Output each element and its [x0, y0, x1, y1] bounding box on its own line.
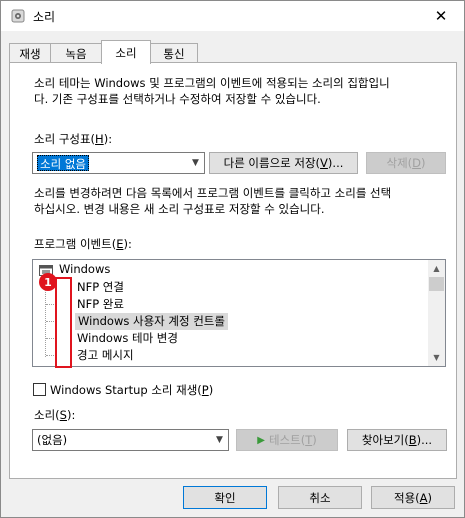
- list-item[interactable]: NFP 완료: [77, 296, 124, 313]
- sound-dialog: 소리 ✕ 재생 녹음 소리 통신 소리 테마는 Windows 및 프로그램의 …: [0, 0, 465, 518]
- speaker-icon: [11, 9, 25, 23]
- save-as-button[interactable]: 다른 이름으로 저장(V)...: [209, 152, 358, 174]
- tab-playback[interactable]: 재생: [9, 43, 51, 63]
- delete-button[interactable]: 삭제(D): [366, 152, 446, 174]
- ok-button[interactable]: 확인: [183, 486, 267, 509]
- cancel-button[interactable]: 취소: [278, 486, 362, 509]
- browse-button[interactable]: 찾아보기(B)...: [347, 429, 447, 451]
- annotation-highlight-box: [55, 277, 72, 368]
- list-scrollbar[interactable]: ▲ ▼: [428, 260, 445, 366]
- scroll-thumb[interactable]: [429, 277, 444, 291]
- sounds-tab-panel: 소리 테마는 Windows 및 프로그램의 이벤트에 적용되는 소리의 집합입…: [9, 62, 457, 479]
- tree-root-label: Windows: [59, 262, 111, 276]
- close-button[interactable]: ✕: [418, 1, 464, 31]
- instruction-line: 소리를 변경하려면 다음 목록에서 프로그램 이벤트를 클릭하고 소리를 선택: [34, 186, 392, 200]
- startup-sound-label[interactable]: Windows Startup 소리 재생(P): [50, 382, 213, 398]
- tab-label: 녹음: [65, 46, 87, 61]
- list-item[interactable]: NFP 연결: [77, 279, 124, 296]
- description-line: 다. 기존 구성표를 선택하거나 수정하여 저장할 수 있습니다.: [34, 92, 321, 106]
- chevron-down-icon: ▼: [192, 158, 199, 168]
- scheme-selected-value: 소리 없음: [37, 155, 89, 171]
- instruction: 소리를 변경하려면 다음 목록에서 프로그램 이벤트를 클릭하고 소리를 선택 …: [34, 185, 391, 217]
- window-title: 소리: [33, 10, 56, 24]
- annotation-badge: 1: [39, 273, 57, 291]
- tab-recording[interactable]: 녹음: [50, 43, 102, 63]
- chevron-down-icon: ▼: [216, 435, 223, 445]
- tab-strip: 재생 녹음 소리 통신: [9, 40, 459, 64]
- tab-communications[interactable]: 통신: [150, 43, 198, 63]
- description-line: 소리 테마는 Windows 및 프로그램의 이벤트에 적용되는 소리의 집합입…: [34, 76, 390, 90]
- sound-label: 소리(S):: [34, 408, 76, 422]
- tab-label: 소리: [115, 45, 137, 60]
- tab-label: 재생: [19, 46, 41, 61]
- sound-select[interactable]: (없음) ▼: [32, 429, 229, 451]
- test-button[interactable]: ▶ 테스트(T): [236, 429, 338, 451]
- tab-sounds[interactable]: 소리: [101, 40, 151, 64]
- list-item[interactable]: Windows 테마 변경: [77, 330, 178, 347]
- scroll-down-icon[interactable]: ▼: [428, 349, 445, 366]
- list-item-selected[interactable]: Windows 사용자 계정 컨트롤: [75, 313, 228, 330]
- close-icon: ✕: [434, 7, 448, 25]
- apply-button[interactable]: 적용(A): [371, 486, 455, 509]
- sound-selected-value: (없음): [37, 433, 68, 447]
- list-item[interactable]: 경고 메시지: [77, 347, 134, 364]
- play-icon: ▶: [257, 434, 265, 446]
- description: 소리 테마는 Windows 및 프로그램의 이벤트에 적용되는 소리의 집합입…: [34, 75, 390, 107]
- instruction-line: 하십시오. 변경 내용은 새 소리 구성표로 저장할 수 있습니다.: [34, 202, 325, 216]
- program-events-list[interactable]: Windows NFP 연결 NFP 완료 Windows 사용자 계정 컨트롤…: [32, 259, 446, 367]
- tab-label: 통신: [163, 46, 185, 61]
- title-bar: 소리 ✕: [1, 1, 464, 31]
- tree-root-windows[interactable]: Windows: [33, 261, 429, 278]
- scheme-select[interactable]: 소리 없음 ▼: [32, 152, 205, 174]
- scroll-up-icon[interactable]: ▲: [428, 260, 445, 277]
- startup-sound-checkbox[interactable]: [33, 383, 46, 396]
- scheme-label: 소리 구성표(H):: [34, 132, 113, 146]
- events-label: 프로그램 이벤트(E):: [34, 237, 132, 251]
